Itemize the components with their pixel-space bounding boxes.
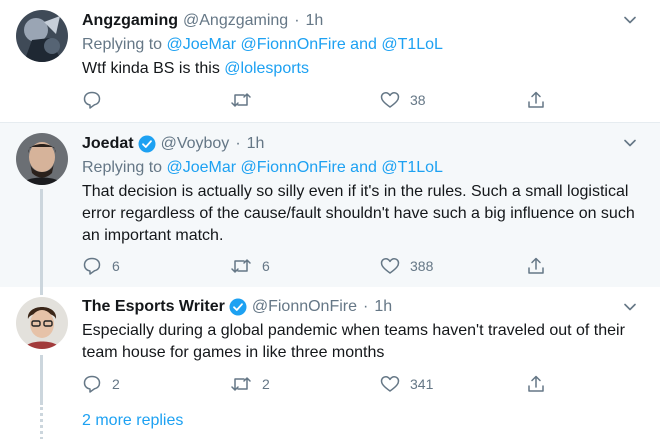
tweet-actions: 38: [82, 89, 562, 111]
like-icon: [380, 376, 400, 392]
share-button[interactable]: [526, 89, 546, 111]
thread-line: [40, 355, 43, 405]
thread-dots: [40, 407, 43, 439]
chevron-down-icon[interactable]: [622, 299, 638, 315]
reply-button[interactable]: 2: [82, 373, 120, 395]
thread-line: [40, 189, 43, 287]
tweet-text: That decision is actually so silly even …: [82, 183, 635, 244]
like-count: 38: [410, 92, 426, 108]
like-button[interactable]: 38: [380, 89, 426, 111]
reply-count: 6: [112, 258, 120, 274]
retweet-button[interactable]: 6: [230, 255, 270, 277]
reply-icon: [83, 257, 101, 275]
reply-count: 2: [112, 376, 120, 392]
retweet-icon: [231, 93, 251, 107]
display-name[interactable]: Joedat: [82, 135, 134, 153]
avatar[interactable]: [16, 133, 68, 185]
share-button[interactable]: [526, 373, 546, 395]
replying-to: Replying to @JoeMar @FionnOnFire and @T1…: [82, 36, 443, 54]
retweet-button[interactable]: 2: [230, 373, 270, 395]
chevron-down-icon[interactable]: [622, 12, 638, 28]
mention-link[interactable]: @FionnOnFire: [241, 159, 346, 176]
share-icon: [528, 375, 544, 392]
user-handle[interactable]: @Angzgaming: [183, 12, 288, 30]
timestamp[interactable]: 1h: [374, 298, 392, 316]
reply-button[interactable]: [82, 89, 112, 111]
like-count: 388: [410, 258, 434, 274]
mention-link[interactable]: @T1LoL: [381, 36, 443, 53]
retweet-count: 6: [262, 258, 270, 274]
avatar[interactable]: [16, 297, 68, 349]
replying-to: Replying to @JoeMar @FionnOnFire and @T1…: [82, 159, 443, 177]
tweet-angzgaming[interactable]: Angzgaming @Angzgaming · 1h Replying to …: [0, 0, 660, 122]
tweet-header: Joedat @Voyboy · 1h: [82, 133, 264, 155]
more-replies-link[interactable]: 2 more replies: [82, 412, 183, 430]
like-button[interactable]: 341: [380, 373, 433, 395]
display-name[interactable]: Angzgaming: [82, 12, 178, 30]
mention-conjunction: and: [350, 159, 377, 176]
reply-icon: [83, 91, 101, 109]
mention-link[interactable]: @JoeMar: [167, 159, 237, 176]
separator-dot: ·: [294, 12, 300, 29]
share-icon: [528, 91, 544, 108]
mention-link[interactable]: @lolesports: [224, 60, 309, 77]
separator-dot: ·: [235, 135, 241, 152]
thread-line: [40, 287, 43, 295]
display-name[interactable]: The Esports Writer: [82, 298, 225, 316]
tweet-joedat[interactable]: Joedat @Voyboy · 1h Replying to @JoeMar …: [0, 123, 660, 287]
replying-to-label: Replying to: [82, 159, 163, 176]
reply-button[interactable]: 6: [82, 255, 120, 277]
tweet-text-body: Wtf kinda BS is this: [82, 60, 225, 77]
retweet-button[interactable]: [230, 89, 262, 111]
mention-link[interactable]: @JoeMar: [167, 36, 237, 53]
chevron-down-icon[interactable]: [622, 135, 638, 151]
retweet-icon: [231, 259, 251, 273]
tweet-actions: 6 6 388: [82, 255, 562, 277]
like-count: 341: [410, 376, 434, 392]
retweet-icon: [231, 377, 251, 391]
retweet-count: 2: [262, 376, 270, 392]
separator-dot: ·: [363, 298, 369, 315]
mention-link[interactable]: @FionnOnFire: [241, 36, 346, 53]
like-icon: [380, 258, 400, 274]
verified-icon: [229, 298, 247, 316]
avatar[interactable]: [16, 10, 68, 62]
verified-icon: [138, 135, 156, 153]
share-button[interactable]: [526, 255, 546, 277]
like-button[interactable]: 388: [380, 255, 433, 277]
tweet-text: Wtf kinda BS is this @lolesports: [82, 58, 642, 80]
user-handle[interactable]: @Voyboy: [161, 135, 230, 153]
mention-link[interactable]: @T1LoL: [381, 159, 443, 176]
reply-icon: [83, 375, 101, 393]
like-icon: [380, 92, 400, 108]
timestamp[interactable]: 1h: [306, 12, 324, 30]
replying-to-label: Replying to: [82, 36, 163, 53]
tweet-header: Angzgaming @Angzgaming · 1h: [82, 10, 323, 32]
mention-conjunction: and: [350, 36, 377, 53]
tweet-text: Especially during a global pandemic when…: [82, 322, 625, 361]
tweet-actions: 2 2 341: [82, 373, 562, 395]
share-icon: [528, 257, 544, 274]
timestamp[interactable]: 1h: [247, 135, 265, 153]
tweet-header: The Esports Writer @FionnOnFire · 1h: [82, 296, 392, 318]
user-handle[interactable]: @FionnOnFire: [252, 298, 357, 316]
